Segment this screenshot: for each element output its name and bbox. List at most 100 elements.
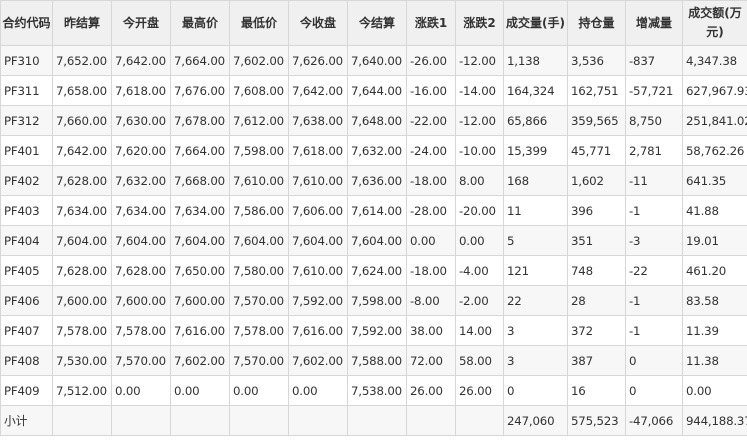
cell-change1: -18.00 bbox=[406, 255, 456, 286]
cell-change2: -14.00 bbox=[455, 75, 504, 106]
cell-close: 7,610.00 bbox=[288, 165, 348, 196]
cell-change1: -22.00 bbox=[406, 105, 456, 136]
cell-contract-code: PF310 bbox=[0, 45, 53, 76]
cell-volume: 15,399 bbox=[503, 135, 568, 166]
cell-open: 0.00 bbox=[111, 375, 171, 406]
cell-oi-change: -1 bbox=[625, 195, 683, 226]
cell-open: 7,620.00 bbox=[111, 135, 171, 166]
header-contract-code: 合约代码 bbox=[0, 0, 53, 46]
cell-contract-code: PF402 bbox=[0, 165, 53, 196]
cell-volume: 3 bbox=[503, 315, 568, 346]
cell-change2: 26.00 bbox=[455, 375, 504, 406]
cell-low: 7,580.00 bbox=[229, 255, 289, 286]
header-settle: 今结算 bbox=[347, 0, 407, 46]
cell-prev-settle: 7,604.00 bbox=[52, 225, 112, 256]
cell-open: 7,570.00 bbox=[111, 345, 171, 376]
cell-high: 7,676.00 bbox=[170, 75, 230, 106]
header-close: 今收盘 bbox=[288, 0, 348, 46]
cell-open-interest: 396 bbox=[567, 195, 626, 226]
table-row: PF405 7,628.00 7,628.00 7,650.00 7,580.00 7,6… bbox=[0, 255, 747, 286]
cell-prev-settle: 7,642.00 bbox=[52, 135, 112, 166]
cell-close: 7,592.00 bbox=[288, 285, 348, 316]
cell-oi-change: -11 bbox=[625, 165, 683, 196]
cell-change2: -10.00 bbox=[455, 135, 504, 166]
cell-high: 7,678.00 bbox=[170, 105, 230, 136]
total-close bbox=[288, 405, 348, 436]
cell-close: 7,638.00 bbox=[288, 105, 348, 136]
cell-turnover: 627,967.93 bbox=[682, 75, 747, 106]
table-row: PF406 7,600.00 7,600.00 7,600.00 7,570.00 7,5… bbox=[0, 285, 747, 316]
total-row: 小计 247,060 575,523 -47,066 944,188.37 bbox=[0, 405, 747, 436]
cell-volume: 121 bbox=[503, 255, 568, 286]
cell-volume: 5 bbox=[503, 225, 568, 256]
cell-volume: 65,866 bbox=[503, 105, 568, 136]
table-row: PF401 7,642.00 7,620.00 7,664.00 7,598.00 7,6… bbox=[0, 135, 747, 166]
cell-open-interest: 351 bbox=[567, 225, 626, 256]
cell-high: 7,650.00 bbox=[170, 255, 230, 286]
cell-prev-settle: 7,652.00 bbox=[52, 45, 112, 76]
cell-open: 7,618.00 bbox=[111, 75, 171, 106]
cell-open-interest: 359,565 bbox=[567, 105, 626, 136]
cell-oi-change: -22 bbox=[625, 255, 683, 286]
cell-open: 7,642.00 bbox=[111, 45, 171, 76]
cell-change2: 14.00 bbox=[455, 315, 504, 346]
cell-close: 7,626.00 bbox=[288, 45, 348, 76]
cell-settle: 7,538.00 bbox=[347, 375, 407, 406]
cell-change2: -2.00 bbox=[455, 285, 504, 316]
header-oi-change: 增减量 bbox=[625, 0, 683, 46]
cell-low: 7,578.00 bbox=[229, 315, 289, 346]
header-prev-settle: 昨结算 bbox=[52, 0, 112, 46]
cell-change2: -4.00 bbox=[455, 255, 504, 286]
cell-turnover: 251,841.02 bbox=[682, 105, 747, 136]
cell-oi-change: -3 bbox=[625, 225, 683, 256]
cell-settle: 7,588.00 bbox=[347, 345, 407, 376]
cell-contract-code: PF408 bbox=[0, 345, 53, 376]
cell-low: 7,604.00 bbox=[229, 225, 289, 256]
header-row: 合约代码 昨结算 今开盘 最高价 最低价 今收盘 今结算 涨跌1 涨跌2 成交量… bbox=[0, 0, 747, 46]
cell-volume: 1,138 bbox=[503, 45, 568, 76]
cell-turnover: 19.01 bbox=[682, 225, 747, 256]
cell-change2: 58.00 bbox=[455, 345, 504, 376]
cell-open-interest: 16 bbox=[567, 375, 626, 406]
total-oi-change: -47,066 bbox=[625, 405, 683, 436]
cell-settle: 7,624.00 bbox=[347, 255, 407, 286]
cell-settle: 7,640.00 bbox=[347, 45, 407, 76]
cell-change2: -12.00 bbox=[455, 105, 504, 136]
cell-open-interest: 162,751 bbox=[567, 75, 626, 106]
table-body: PF310 7,652.00 7,642.00 7,664.00 7,602.00 7,6… bbox=[0, 45, 747, 436]
cell-turnover: 41.88 bbox=[682, 195, 747, 226]
total-contract-code: 小计 bbox=[0, 405, 53, 436]
cell-turnover: 58,762.26 bbox=[682, 135, 747, 166]
cell-high: 7,668.00 bbox=[170, 165, 230, 196]
cell-low: 7,570.00 bbox=[229, 345, 289, 376]
cell-open-interest: 387 bbox=[567, 345, 626, 376]
table-row: PF310 7,652.00 7,642.00 7,664.00 7,602.00 7,6… bbox=[0, 45, 747, 76]
header-low: 最低价 bbox=[229, 0, 289, 46]
cell-open: 7,632.00 bbox=[111, 165, 171, 196]
total-turnover: 944,188.37 bbox=[682, 405, 747, 436]
cell-oi-change: -57,721 bbox=[625, 75, 683, 106]
cell-contract-code: PF312 bbox=[0, 105, 53, 136]
cell-open-interest: 28 bbox=[567, 285, 626, 316]
cell-low: 7,612.00 bbox=[229, 105, 289, 136]
cell-oi-change: 0 bbox=[625, 345, 683, 376]
header-volume: 成交量(手) bbox=[503, 0, 568, 46]
cell-volume: 168 bbox=[503, 165, 568, 196]
cell-prev-settle: 7,634.00 bbox=[52, 195, 112, 226]
cell-oi-change: -837 bbox=[625, 45, 683, 76]
cell-open: 7,630.00 bbox=[111, 105, 171, 136]
cell-contract-code: PF404 bbox=[0, 225, 53, 256]
cell-open: 7,604.00 bbox=[111, 225, 171, 256]
cell-contract-code: PF403 bbox=[0, 195, 53, 226]
table-row: PF409 7,512.00 0.00 0.00 0.00 0.00 7,538.00 26.… bbox=[0, 375, 747, 406]
cell-prev-settle: 7,628.00 bbox=[52, 165, 112, 196]
cell-volume: 164,324 bbox=[503, 75, 568, 106]
cell-low: 7,598.00 bbox=[229, 135, 289, 166]
cell-change2: 8.00 bbox=[455, 165, 504, 196]
total-high bbox=[170, 405, 230, 436]
cell-contract-code: PF311 bbox=[0, 75, 53, 106]
table-row: PF402 7,628.00 7,632.00 7,668.00 7,610.00 7,6… bbox=[0, 165, 747, 196]
table-row: PF407 7,578.00 7,578.00 7,616.00 7,578.00 7,6… bbox=[0, 315, 747, 346]
cell-change2: 0.00 bbox=[455, 225, 504, 256]
cell-contract-code: PF401 bbox=[0, 135, 53, 166]
